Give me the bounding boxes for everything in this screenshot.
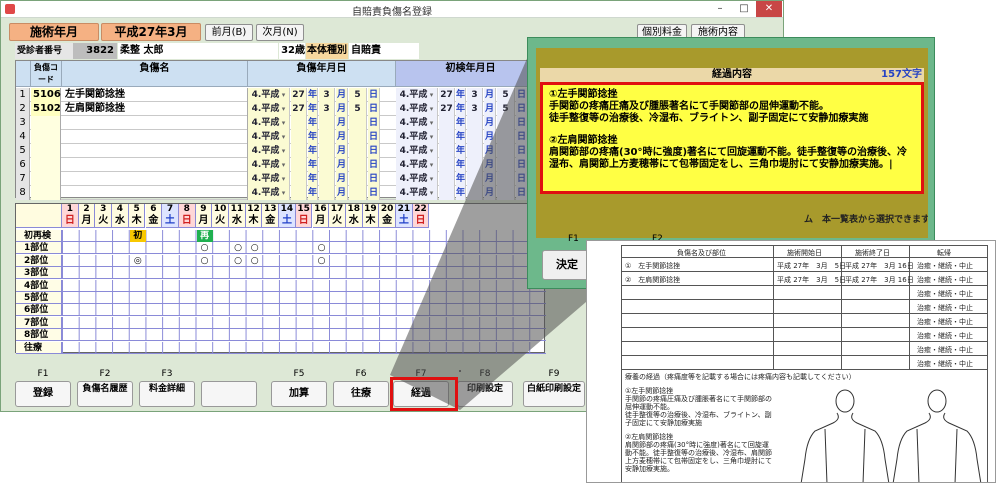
doc-outcome-1: 治癒・継続・中止	[917, 262, 973, 270]
doc-outcome-7: 治癒・継続・中止	[917, 346, 973, 354]
progress-line-1: ①左手関節捻挫	[549, 89, 618, 100]
progress-spacer	[549, 125, 915, 135]
doc-row2-start: 平成 27年 3月 5日	[777, 276, 847, 284]
doc-row1-name: ① 左手関節捻挫	[625, 262, 681, 270]
doc-row2-name: ② 左肩関節捻挫	[625, 276, 681, 284]
doc-header-start: 施術開始日	[787, 249, 822, 257]
doc-row2-end: 平成 27年 3月 16日	[845, 276, 914, 284]
doc-text-10: 安静加療実施。	[625, 465, 674, 473]
progress-line-3: 徒手整復等の治療後、冷湿布、ブライトン、副子固定にて安静加療実施	[549, 113, 869, 124]
progress-line-2: 手関節の疼痛圧痛及び腫脹著名にて手関節部の屈伸運動不能。	[549, 101, 829, 112]
f7-highlight-frame	[390, 377, 458, 411]
doc-outcome-6: 治癒・継続・中止	[917, 332, 973, 340]
progress-text-area[interactable]: ①左手関節捻挫 手関節の疼痛圧痛及び腫脹著名にて手関節部の屈伸運動不能。 徒手整…	[540, 82, 924, 194]
doc-outcome-3: 治癒・継続・中止	[917, 290, 973, 298]
doc-outcome-8: 治癒・継続・中止	[917, 360, 973, 368]
printed-form-preview: 負傷名及び部位 施術開始日 施術終了日 転帰 ① 左手関節捻挫 平成 27年 3…	[586, 240, 996, 483]
decide-button[interactable]: 決定	[542, 250, 592, 280]
doc-row1-start: 平成 27年 3月 5日	[777, 262, 847, 270]
doc-row1-end: 平成 27年 3月 16日	[845, 262, 914, 270]
progress-line-5: 肩関節部の疼痛(30°時に強度)著名にて回旋運動不能。徒手整復等の治療後、冷湿布…	[549, 147, 908, 170]
panel-f1-key: F1	[568, 234, 579, 244]
doc-outcome-5: 治癒・継続・中止	[917, 318, 973, 326]
doc-text-5: 子固定にて安静加療実施	[625, 419, 702, 427]
doc-outcome-2: 治癒・継続・中止	[917, 276, 973, 284]
doc-header-outcome: 転帰	[937, 249, 951, 257]
doc-header-injury: 負傷名及び部位	[677, 249, 726, 257]
doc-outcome-4: 治癒・継続・中止	[917, 304, 973, 312]
doc-header-end: 施術終了日	[855, 249, 890, 257]
body-diagram	[800, 389, 982, 482]
select-hint: ム 本一覧表から選択できます	[804, 215, 928, 225]
progress-popup-inner: 経過内容 157文字 ①左手関節捻挫 手関節の疼痛圧痛及び腫脹著名にて手関節部の…	[536, 48, 928, 238]
progress-line-4: ②左肩関節捻挫	[549, 135, 618, 146]
char-count: 157文字	[881, 69, 922, 80]
doc-note-header: 療養の経過（疼痛度等を記載する場合には疼痛内容も記載してください）	[625, 373, 856, 381]
